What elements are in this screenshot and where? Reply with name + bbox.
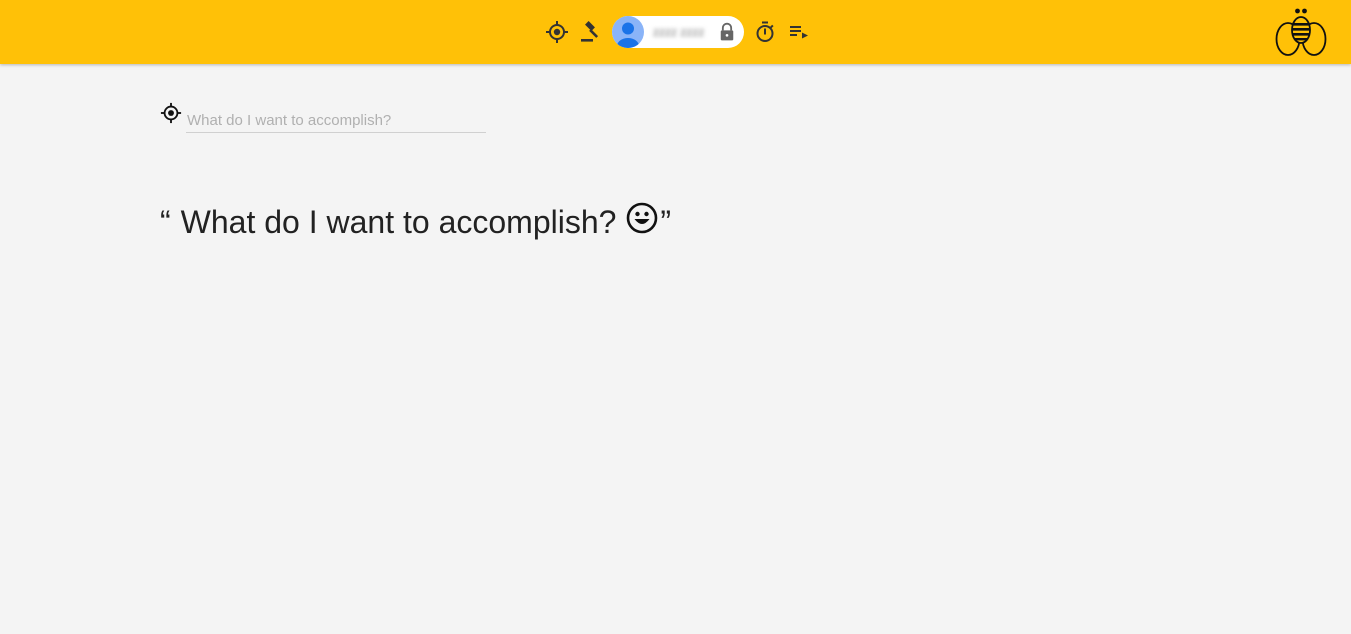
timer-button[interactable] xyxy=(752,19,778,45)
bee-logo-icon[interactable] xyxy=(1274,6,1328,58)
goal-row xyxy=(160,102,486,133)
goal-button[interactable] xyxy=(544,19,570,45)
user-name: zzzz zzzz xyxy=(653,25,705,39)
goal-quote: “ What do I want to accomplish? ” xyxy=(160,202,672,241)
target-icon xyxy=(160,102,182,124)
close-quote-mark: ” xyxy=(660,204,672,240)
person-icon xyxy=(617,22,639,48)
smiley-icon xyxy=(627,202,658,233)
target-icon xyxy=(546,21,568,43)
lock-icon xyxy=(720,22,734,41)
decide-button[interactable] xyxy=(578,19,604,45)
list-button[interactable] xyxy=(786,19,812,45)
user-chip[interactable]: zzzz zzzz xyxy=(612,16,744,48)
stopwatch-icon xyxy=(756,21,774,42)
gavel-icon xyxy=(581,21,599,42)
avatar xyxy=(612,16,644,48)
top-app-bar: zzzz zzzz xyxy=(0,0,1351,64)
playlist-icon xyxy=(790,26,808,39)
open-quote-mark: “ xyxy=(160,204,171,240)
goal-input[interactable] xyxy=(186,110,486,133)
goal-quote-text: What do I want to accomplish? xyxy=(180,204,617,240)
toolbar: zzzz zzzz xyxy=(544,16,812,48)
